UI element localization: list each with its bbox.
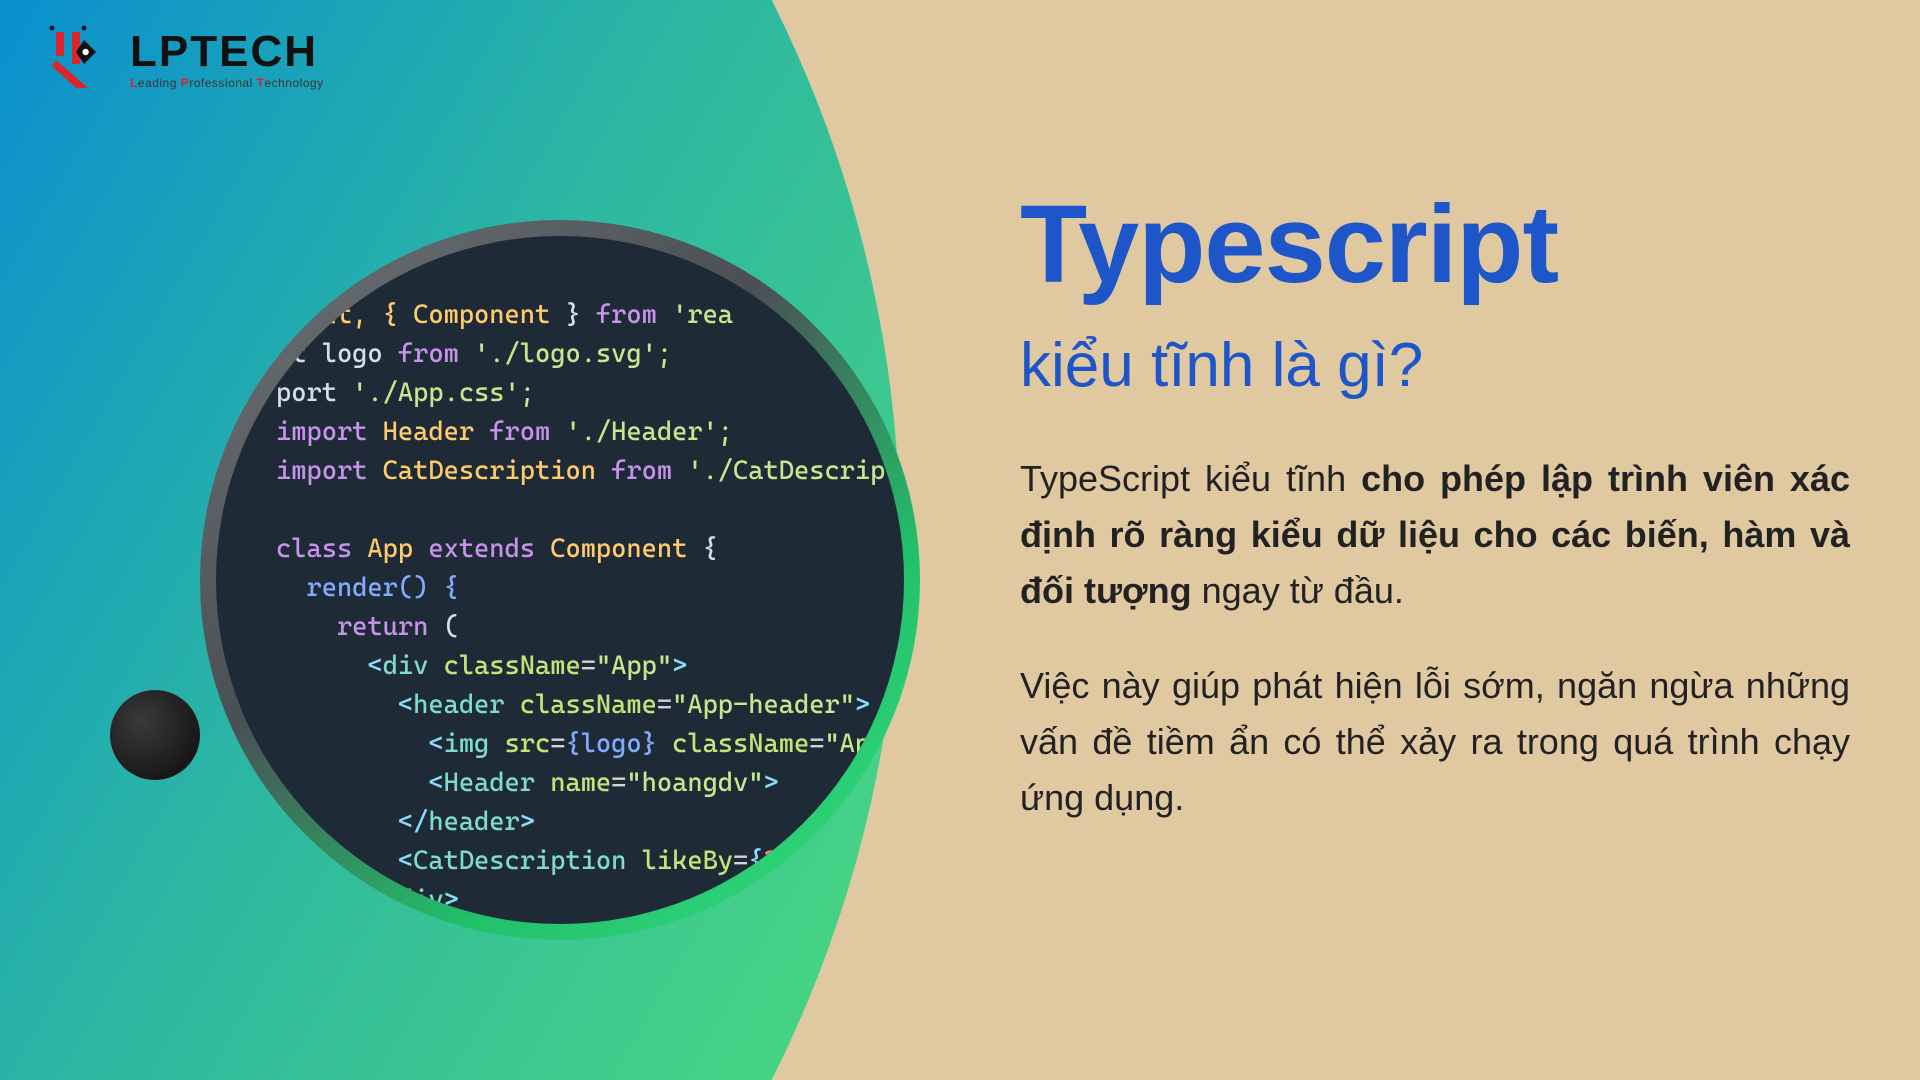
brand-logo: LPTECH Leading Professional Technology — [40, 20, 324, 100]
paragraph-2: Việc này giúp phát hiện lỗi sớm, ngăn ng… — [1020, 658, 1850, 825]
heading-sub: kiểu tĩnh là gì? — [1020, 330, 1850, 401]
heading-main: Typescript — [1020, 190, 1850, 300]
code-snippet: React, { Component } from 'rea rt logo f… — [216, 236, 904, 924]
logo-icon — [40, 20, 120, 100]
decorative-dot — [110, 690, 200, 780]
brand-name: LPTECH — [130, 30, 324, 74]
logo-text: LPTECH Leading Professional Technology — [130, 30, 324, 90]
code-text: React, { Component } from 'rea rt logo f… — [276, 296, 874, 924]
text-content: Typescript kiểu tĩnh là gì? TypeScript k… — [1020, 190, 1850, 866]
brand-tagline: Leading Professional Technology — [130, 76, 324, 90]
paragraph-1: TypeScript kiểu tĩnh cho phép lập trình … — [1020, 451, 1850, 618]
code-circle: React, { Component } from 'rea rt logo f… — [200, 220, 920, 940]
